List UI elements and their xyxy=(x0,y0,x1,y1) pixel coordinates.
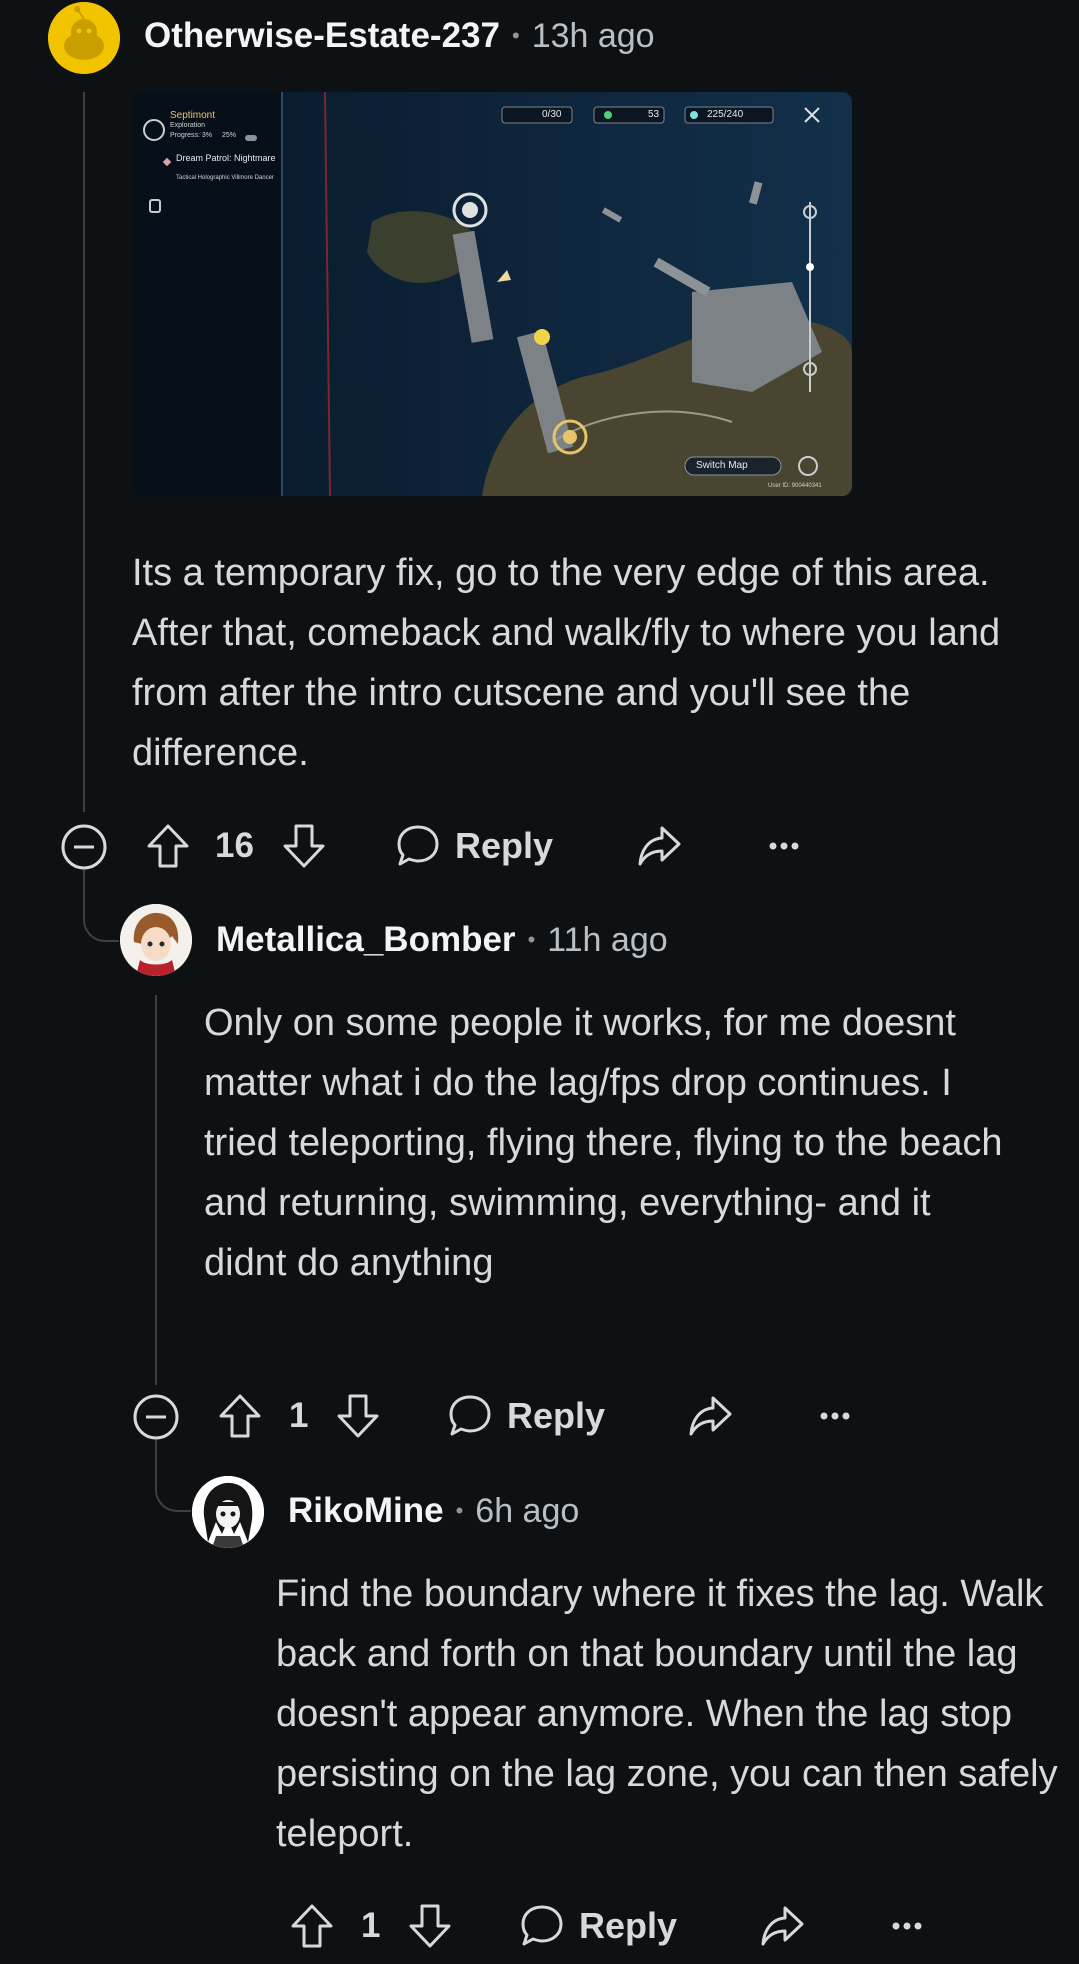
timestamp: 6h ago xyxy=(475,1491,580,1530)
collapse-icon xyxy=(133,1394,179,1440)
thread-line xyxy=(83,92,85,812)
map-switch-map: Switch Map xyxy=(696,460,748,471)
vote-count: 1 xyxy=(361,1906,381,1945)
map-exploration-label: Exploration xyxy=(170,122,206,129)
upvote-icon xyxy=(291,1904,333,1948)
upvote-button[interactable] xyxy=(289,1902,335,1950)
downvote-icon xyxy=(409,1904,451,1948)
downvote-icon xyxy=(337,1394,379,1438)
map-counter-3: 225/240 xyxy=(707,109,744,120)
downvote-button[interactable] xyxy=(407,1902,453,1950)
thread-elbow xyxy=(155,1440,191,1512)
share-button[interactable] xyxy=(636,824,682,868)
timestamp: 11h ago xyxy=(547,920,668,959)
downvote-icon xyxy=(283,824,325,868)
map-counter-1: 0/30 xyxy=(542,109,562,120)
comment-meta: Otherwise-Estate-237 • 13h ago xyxy=(144,16,655,56)
collapse-button[interactable] xyxy=(60,823,108,871)
share-icon xyxy=(761,1906,804,1946)
reply-button[interactable]: Reply xyxy=(519,1903,677,1949)
collapse-button[interactable] xyxy=(132,1393,180,1441)
upvote-button[interactable] xyxy=(145,822,191,870)
thread-elbow xyxy=(83,870,119,942)
map-user-id: User ID: 900440341 xyxy=(768,483,822,489)
map-progress-label: Progress: 3% xyxy=(170,132,213,139)
downvote-button[interactable] xyxy=(281,822,327,870)
thread-line xyxy=(155,995,157,1385)
reply-button[interactable]: Reply xyxy=(447,1393,605,1439)
map-quest-1: Dream Patrol: Nightmare xyxy=(176,153,276,163)
more-icon xyxy=(892,1922,922,1930)
downvote-button[interactable] xyxy=(335,1392,381,1440)
share-icon xyxy=(638,826,681,866)
comment-icon xyxy=(449,1395,491,1436)
username[interactable]: RikoMine xyxy=(288,1491,444,1531)
comment-image[interactable]: Septimont Exploration Progress: 3% 25% D… xyxy=(132,92,852,496)
share-button[interactable] xyxy=(687,1394,733,1438)
comment-icon xyxy=(521,1905,563,1946)
map-progress-pct: 25% xyxy=(222,132,237,139)
vote-count: 16 xyxy=(215,826,254,865)
anime-avatar-icon xyxy=(192,1476,264,1548)
avatar-rikomine[interactable] xyxy=(192,1476,264,1548)
timestamp: 13h ago xyxy=(531,16,655,55)
map-quest-2: Tactical Holographic Villmore Dancer xyxy=(176,175,274,181)
anime-avatar-icon xyxy=(120,904,192,976)
avatar-otherwise-estate[interactable] xyxy=(48,2,120,74)
vote-count: 1 xyxy=(289,1396,309,1435)
share-button[interactable] xyxy=(759,1904,805,1948)
more-icon xyxy=(769,842,799,850)
username[interactable]: Otherwise-Estate-237 xyxy=(144,16,500,56)
comment-meta: RikoMine • 6h ago xyxy=(288,1491,580,1531)
upvote-icon xyxy=(147,824,189,868)
collapse-icon xyxy=(61,824,107,870)
more-options-button[interactable] xyxy=(767,832,801,860)
avatar-metallica-bomber[interactable] xyxy=(120,904,192,976)
comment-body: Find the boundary where it fixes the lag… xyxy=(276,1573,1058,1855)
share-icon xyxy=(689,1396,732,1436)
comment-meta: Metallica_Bomber • 11h ago xyxy=(216,920,668,960)
snoo-avatar-icon xyxy=(48,2,120,74)
map-region-name: Septimont xyxy=(170,110,216,121)
upvote-icon xyxy=(219,1394,261,1438)
reply-button[interactable]: Reply xyxy=(395,823,553,869)
map-counter-2: 53 xyxy=(648,109,660,120)
comment-icon xyxy=(397,825,439,866)
more-icon xyxy=(820,1412,850,1420)
username[interactable]: Metallica_Bomber xyxy=(216,920,516,960)
comment-body: Its a temporary fix, go to the very edge… xyxy=(132,552,1001,774)
comment-body: Only on some people it works, for me doe… xyxy=(204,1002,1003,1284)
more-options-button[interactable] xyxy=(818,1402,852,1430)
more-options-button[interactable] xyxy=(890,1912,924,1940)
upvote-button[interactable] xyxy=(217,1392,263,1440)
